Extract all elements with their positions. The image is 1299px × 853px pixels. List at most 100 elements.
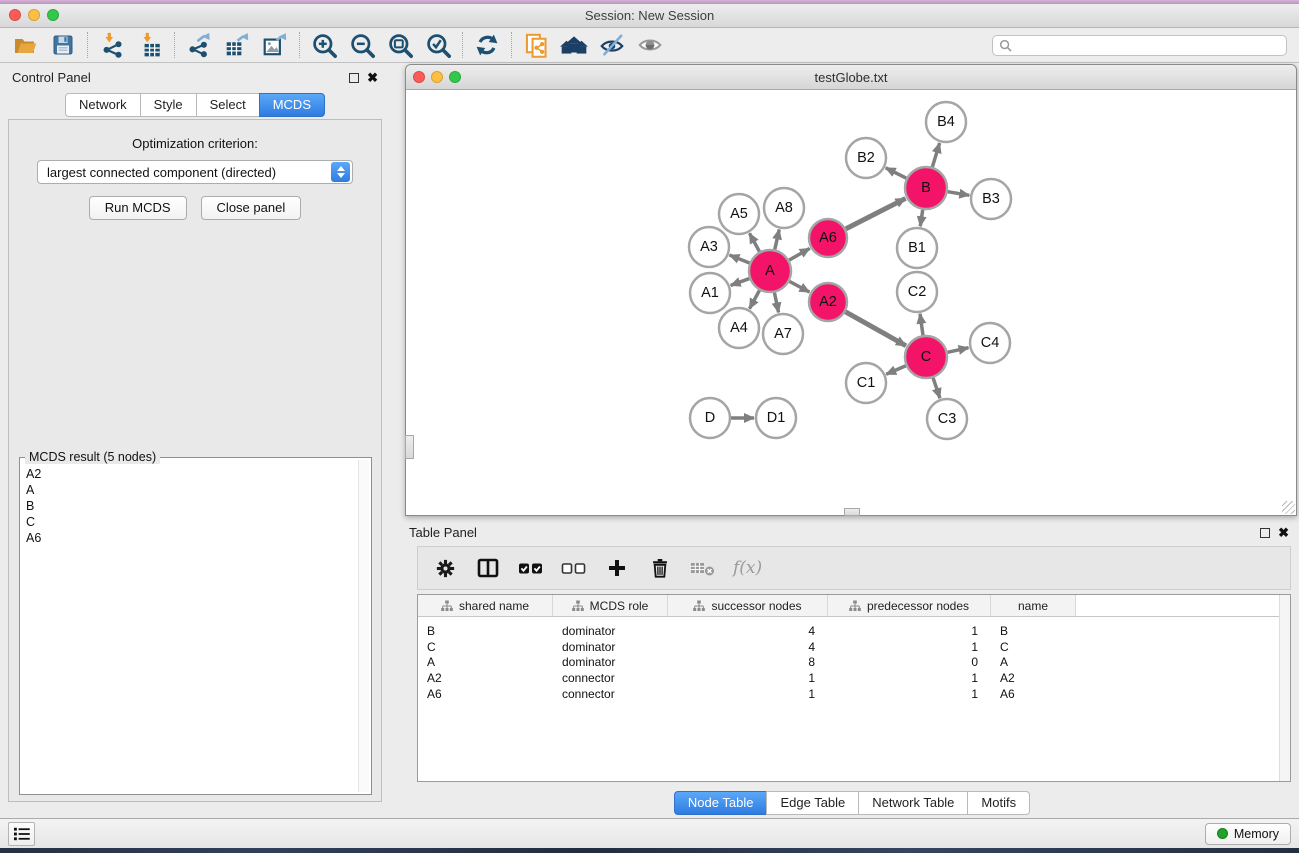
column-header-name[interactable]: name (991, 595, 1076, 617)
mcds-result-list[interactable]: A2ABCA6 (22, 460, 357, 792)
graph-edge-C-C4[interactable] (947, 348, 968, 353)
tab-style[interactable]: Style (140, 93, 197, 117)
graph-node-B2[interactable]: B2 (846, 138, 886, 178)
graph-node-A6[interactable]: A6 (809, 219, 847, 257)
graph-node-A4[interactable]: A4 (719, 308, 759, 348)
graph-edge-B-B2[interactable] (886, 168, 907, 178)
result-item[interactable]: B (26, 498, 353, 514)
graph-edge-A-A1[interactable] (731, 279, 750, 286)
graph-node-A[interactable]: A (749, 250, 791, 292)
result-scrollbar[interactable] (358, 460, 369, 792)
result-item[interactable]: A2 (26, 466, 353, 482)
graph-node-B4[interactable]: B4 (926, 102, 966, 142)
network-graph[interactable]: B4B2BB3A5A8A6A3B1AA1C2A2A4A7C4CC1C3DD1 (406, 90, 1296, 515)
table-cell[interactable]: 4 (668, 623, 828, 639)
tab-edge-table[interactable]: Edge Table (766, 791, 859, 815)
window-resize-grip[interactable] (1282, 501, 1295, 514)
deselect-all-button[interactable] (561, 555, 587, 581)
table-cell[interactable]: 1 (828, 670, 991, 686)
table-cell[interactable]: connector (553, 670, 668, 686)
graph-edge-A-A4[interactable] (750, 290, 760, 308)
graph-edge-A-A2[interactable] (789, 281, 809, 292)
graph-node-C[interactable]: C (905, 336, 947, 378)
table-cell[interactable]: dominator (553, 639, 668, 655)
table-cell[interactable]: A2 (418, 670, 553, 686)
table-cell[interactable]: 1 (828, 623, 991, 639)
table-cell[interactable]: connector (553, 686, 668, 702)
tab-select[interactable]: Select (196, 93, 260, 117)
hide-panels-button[interactable] (593, 30, 631, 60)
graph-edge-B-B1[interactable] (920, 210, 922, 226)
graph-node-C4[interactable]: C4 (970, 323, 1010, 363)
network-window-titlebar[interactable]: testGlobe.txt (406, 65, 1296, 90)
table-cell[interactable]: A (991, 654, 1076, 670)
export-table-button[interactable] (218, 30, 256, 60)
graph-node-A2[interactable]: A2 (809, 283, 847, 321)
graph-node-D[interactable]: D (690, 398, 730, 438)
table-cell[interactable]: 0 (828, 654, 991, 670)
column-header-MCDS-role[interactable]: MCDS role (553, 595, 668, 617)
graph-edge-B-B4[interactable] (932, 143, 939, 167)
search-field[interactable] (992, 35, 1287, 56)
task-history-button[interactable] (8, 822, 35, 846)
zoom-window-button[interactable] (47, 9, 59, 21)
export-network-button[interactable] (180, 30, 218, 60)
table-cell[interactable]: 1 (828, 686, 991, 702)
table-cell[interactable]: A6 (991, 686, 1076, 702)
table-cell[interactable]: 1 (668, 686, 828, 702)
zoom-selected-button[interactable] (419, 30, 457, 60)
open-session-button[interactable] (6, 30, 44, 60)
minimize-window-button[interactable] (28, 9, 40, 21)
table-cell[interactable]: 1 (828, 639, 991, 655)
table-row[interactable]: Cdominator41C (418, 639, 1290, 655)
close-table-panel-icon[interactable]: ✖ (1278, 528, 1289, 538)
clone-network-button[interactable] (517, 30, 555, 60)
table-cell[interactable]: A (418, 654, 553, 670)
graph-node-A7[interactable]: A7 (763, 314, 803, 354)
select-all-button[interactable] (518, 555, 544, 581)
graph-edge-A-A7[interactable] (774, 293, 778, 313)
graph-node-B1[interactable]: B1 (897, 228, 937, 268)
delete-column-button[interactable] (647, 555, 673, 581)
birdseye-handle-left[interactable] (405, 435, 414, 459)
table-row[interactable]: Bdominator41B (418, 623, 1290, 639)
graph-node-B[interactable]: B (905, 167, 947, 209)
refresh-button[interactable] (468, 30, 506, 60)
zoom-out-button[interactable] (343, 30, 381, 60)
graph-node-D1[interactable]: D1 (756, 398, 796, 438)
tab-node-table[interactable]: Node Table (674, 791, 768, 815)
column-header-successor-nodes[interactable]: successor nodes (668, 595, 828, 617)
tab-network[interactable]: Network (65, 93, 141, 117)
graph-node-A8[interactable]: A8 (764, 188, 804, 228)
table-settings-button[interactable] (432, 555, 458, 581)
float-panel-icon[interactable] (349, 73, 359, 83)
tab-mcds[interactable]: MCDS (259, 93, 325, 117)
graph-edge-A2-C[interactable] (845, 312, 906, 346)
function-builder-button[interactable]: f(x) (733, 558, 762, 578)
tab-network-table[interactable]: Network Table (858, 791, 968, 815)
network-close-button[interactable] (413, 71, 425, 83)
table-cell[interactable]: dominator (553, 623, 668, 639)
graph-edge-C-C1[interactable] (886, 366, 906, 375)
table-cell[interactable]: A6 (418, 686, 553, 702)
home-layout-button[interactable] (555, 30, 593, 60)
result-item[interactable]: A (26, 482, 353, 498)
birdseye-handle-bottom[interactable] (844, 508, 860, 516)
table-cell[interactable]: 8 (668, 654, 828, 670)
export-image-button[interactable] (256, 30, 294, 60)
float-table-panel-icon[interactable] (1260, 528, 1270, 538)
graph-edge-C-C3[interactable] (933, 378, 940, 398)
show-panels-button[interactable] (631, 30, 669, 60)
close-panel-button[interactable]: Close panel (201, 196, 302, 220)
result-item[interactable]: C (26, 514, 353, 530)
result-item[interactable]: A6 (26, 530, 353, 546)
graph-edge-B-B3[interactable] (948, 192, 970, 196)
graph-edge-A-A6[interactable] (789, 248, 810, 260)
graph-node-A3[interactable]: A3 (689, 227, 729, 267)
zoom-in-button[interactable] (305, 30, 343, 60)
graph-edge-C-C2[interactable] (920, 314, 923, 335)
graph-edge-A-A3[interactable] (729, 255, 749, 263)
table-scrollbar[interactable] (1279, 595, 1290, 781)
graph-node-C1[interactable]: C1 (846, 363, 886, 403)
column-header-predecessor-nodes[interactable]: predecessor nodes (828, 595, 991, 617)
